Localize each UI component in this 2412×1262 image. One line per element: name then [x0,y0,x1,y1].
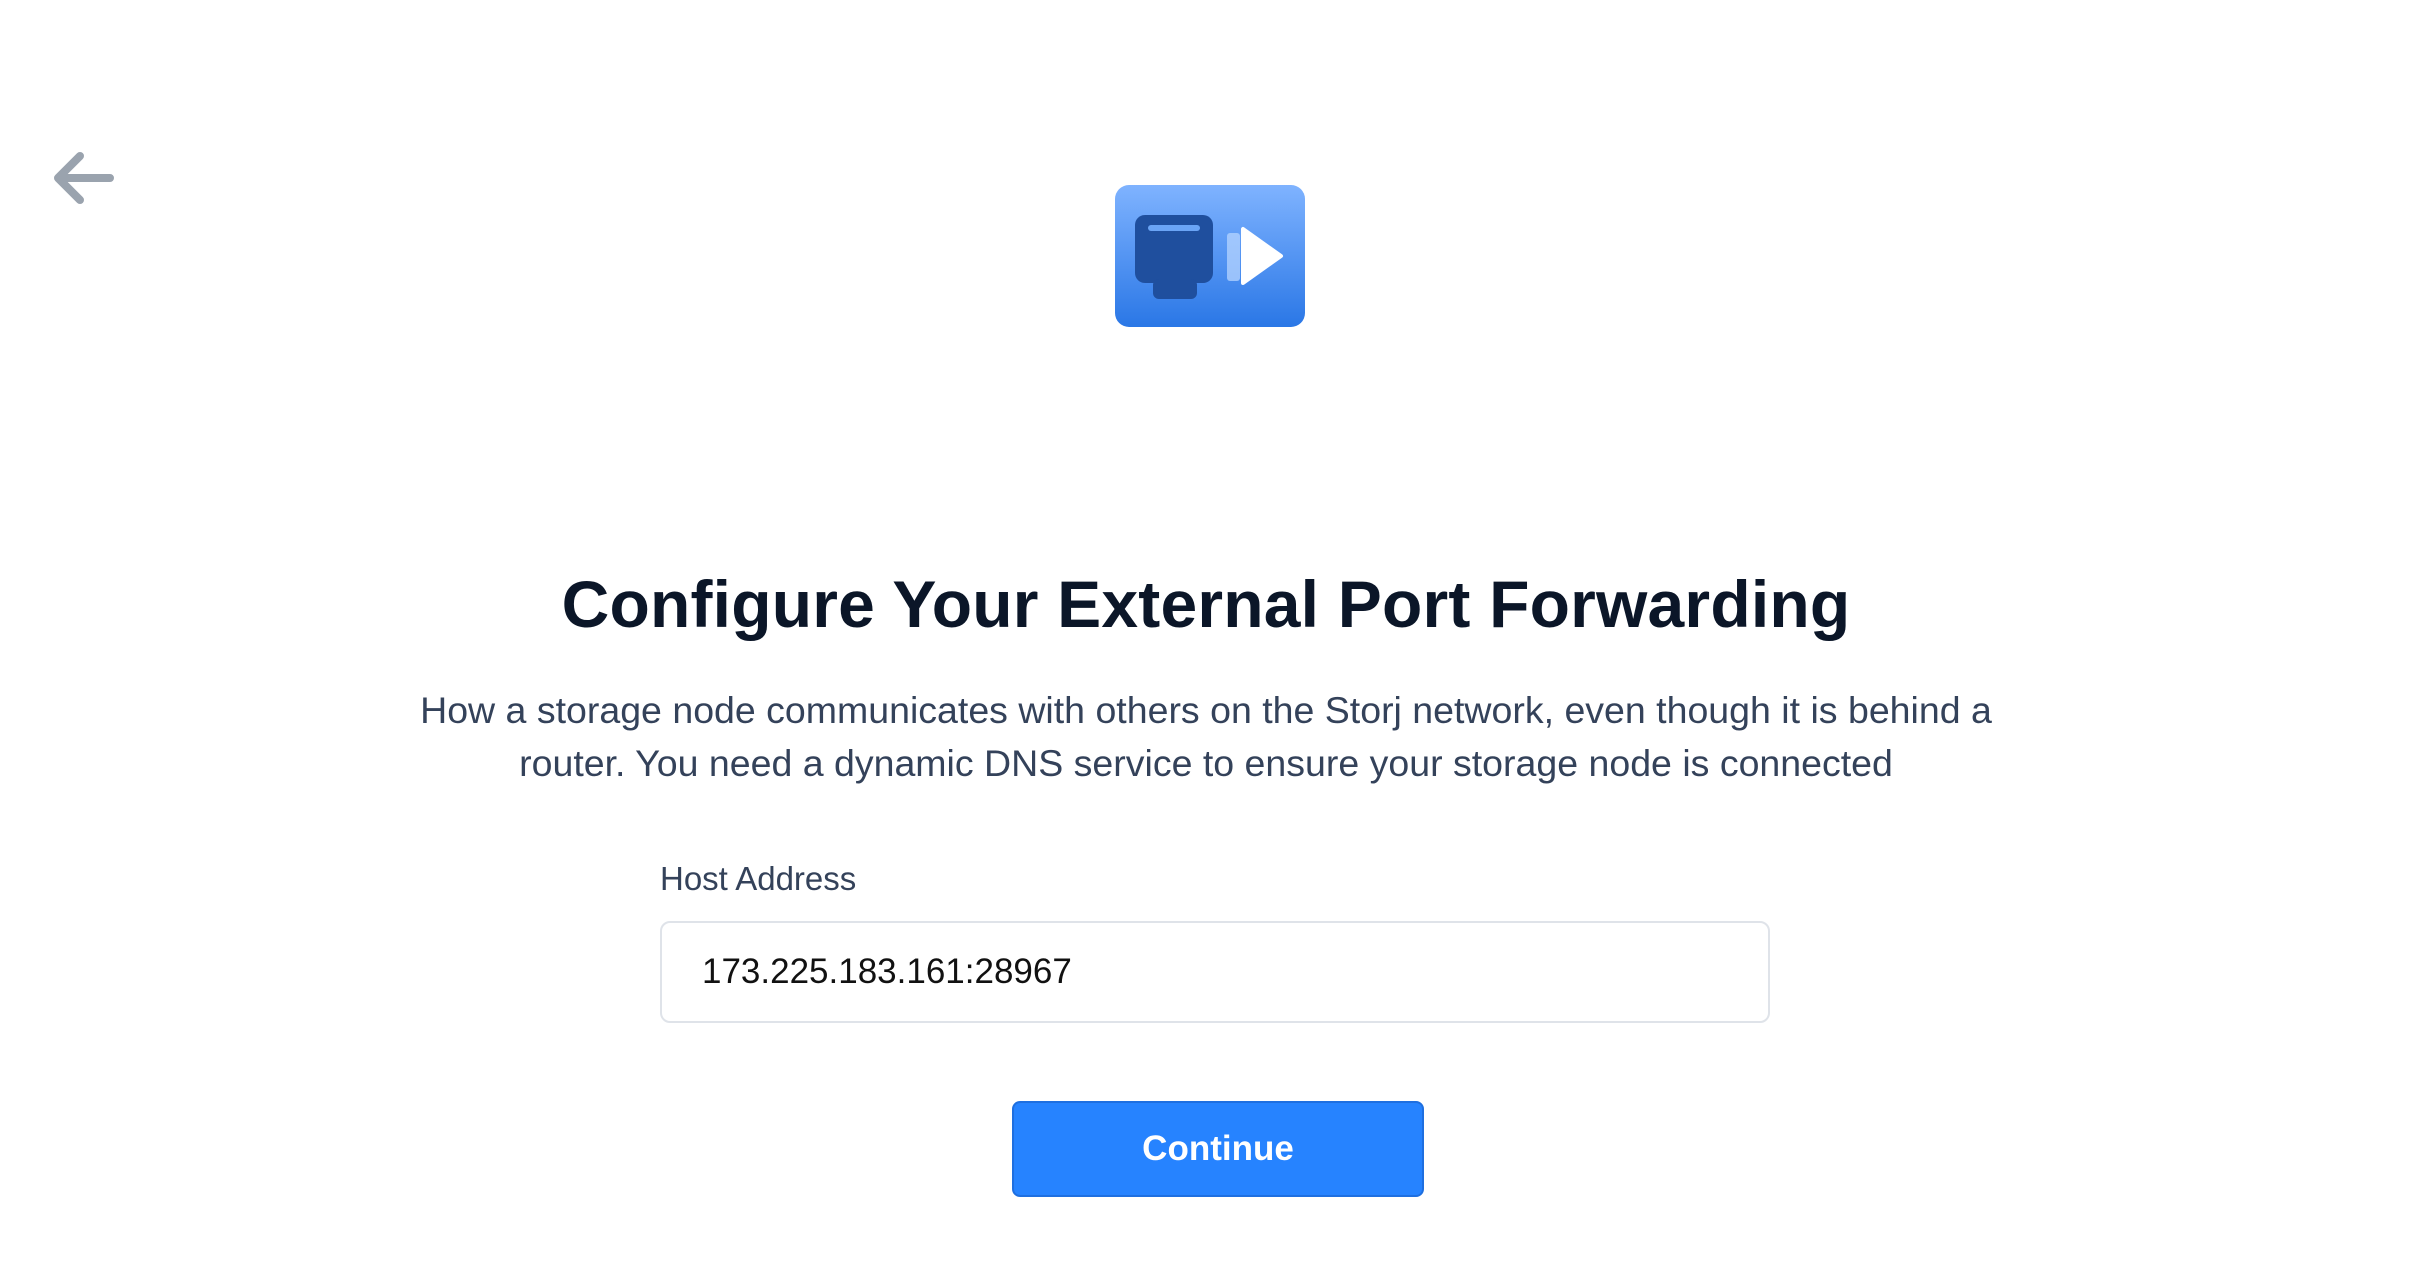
page-title: Configure Your External Port Forwarding [561,567,1851,641]
host-address-input[interactable] [660,921,1770,1023]
continue-button[interactable]: Continue [1012,1101,1424,1197]
port-forwarding-icon [1115,185,1305,327]
host-address-label: Host Address [660,860,857,897]
back-button[interactable] [46,140,122,216]
arrow-left-icon [54,152,114,204]
page-description: How a storage node communicates with oth… [420,689,1992,784]
